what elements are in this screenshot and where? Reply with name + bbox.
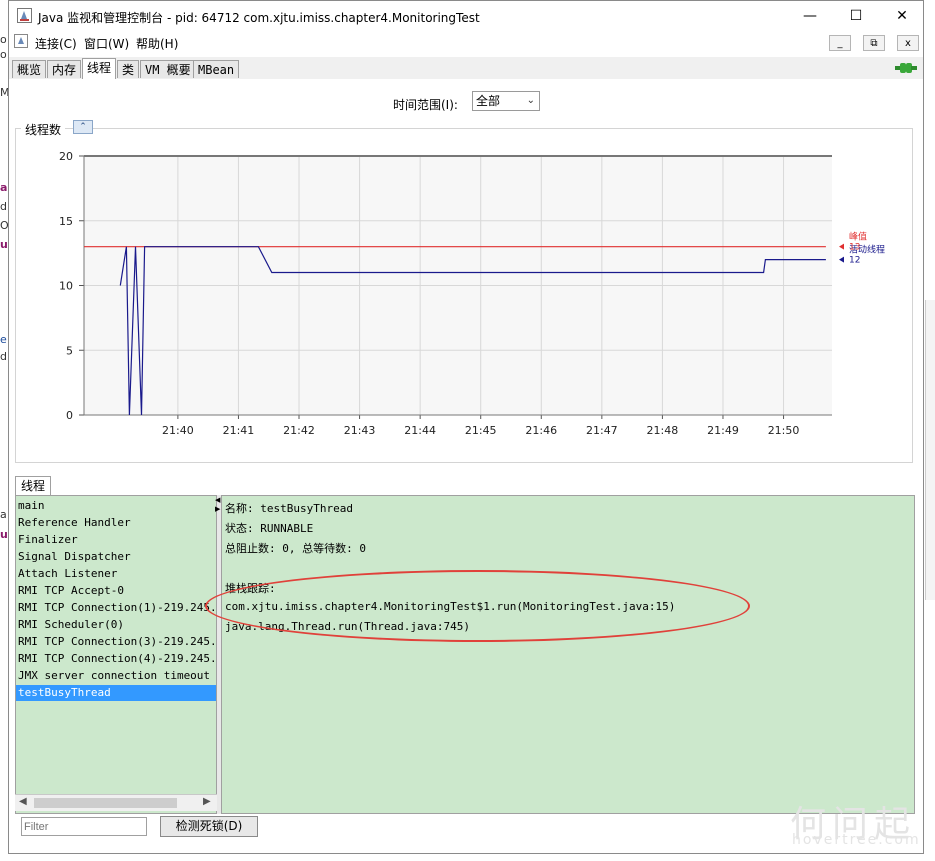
y-tick-label: 20 <box>59 150 73 163</box>
tab-vm-summary[interactable]: VM 概要 <box>140 60 196 78</box>
thread-totals-line: 总阻止数: 0, 总等待数: 0 <box>225 542 366 555</box>
x-tick-label: 21:44 <box>404 424 436 437</box>
thread-state-line: 状态: RUNNABLE <box>225 522 314 535</box>
thread-list-item[interactable]: testBusyThread <box>16 685 216 701</box>
thread-list-item[interactable]: RMI TCP Connection(1)-219.245.186 <box>18 600 216 616</box>
tab-threads[interactable]: 线程 <box>82 58 117 79</box>
thread-list-item[interactable]: RMI Scheduler(0) <box>18 617 124 633</box>
scroll-thumb[interactable] <box>34 798 177 808</box>
x-tick-label: 21:45 <box>465 424 497 437</box>
bg-fragment: o <box>0 33 7 46</box>
inner-minimize-button[interactable]: _ <box>829 35 851 51</box>
jconsole-window: Java 监视和管理控制台 - pid: 64712 com.xjtu.imis… <box>8 0 924 854</box>
tab-memory[interactable]: 内存 <box>47 60 82 78</box>
x-tick-label: 21:50 <box>768 424 800 437</box>
bg-fragment: d <box>0 350 7 363</box>
annotation-oval <box>205 570 750 642</box>
bg-fragment: e <box>0 333 7 346</box>
thread-list-item[interactable]: JMX server connection timeout 19 <box>18 668 216 684</box>
menu-bar: 连接(C) 窗口(W) 帮助(H) <box>9 31 923 53</box>
window-title: Java 监视和管理控制台 - pid: 64712 com.xjtu.imis… <box>38 11 480 25</box>
series-marker <box>839 243 844 250</box>
thread-list-hscrollbar[interactable]: ◀ ▶ <box>15 794 217 811</box>
x-tick-label: 21:41 <box>223 424 255 437</box>
detect-deadlock-button[interactable]: 检测死锁(D) <box>160 816 258 837</box>
bg-fragment: u <box>0 238 8 251</box>
y-tick-label: 0 <box>66 409 73 422</box>
tab-thread-list[interactable]: 线程 <box>15 476 52 496</box>
tab-classes[interactable]: 类 <box>117 60 140 78</box>
thread-count-chart: 21:40 21:41 21:42 21:43 21:44 21:45 21:46 21:47… <box>59 150 885 437</box>
split-left-icon[interactable]: ◀ <box>215 496 220 504</box>
threads-content: 时间范围(I): 全部 ⌄ 线程数 ⌃ 21:40 21:41 21:42 21:43… <box>9 79 923 853</box>
java-icon[interactable] <box>14 34 28 48</box>
bg-fragment: u <box>0 528 8 541</box>
thread-list-item[interactable]: RMI TCP Connection(3)-219.245.186 <box>18 634 216 650</box>
thread-list-item[interactable]: RMI TCP Connection(4)-219.245.186 <box>18 651 216 667</box>
x-tick-label: 21:43 <box>344 424 376 437</box>
thread-list-item[interactable]: RMI TCP Accept-0 <box>18 583 124 599</box>
thread-list-item[interactable]: Reference Handler <box>18 515 131 531</box>
menu-window[interactable]: 窗口(W) <box>84 35 129 52</box>
tab-overview[interactable]: 概览 <box>12 60 47 78</box>
watermark-url: hovertree.com <box>792 832 921 848</box>
series-last-value: 12 <box>849 256 860 266</box>
x-tick-label: 21:49 <box>707 424 739 437</box>
series-name: 峰值 <box>849 231 867 243</box>
bg-fragment: a <box>0 508 7 521</box>
x-tick-label: 21:42 <box>283 424 315 437</box>
menu-connect[interactable]: 连接(C) <box>35 35 77 52</box>
scroll-left-icon[interactable]: ◀ <box>19 796 27 807</box>
inner-close-button[interactable]: x <box>897 35 919 51</box>
thread-list-item[interactable]: Finalizer <box>18 532 78 548</box>
thread-list-item[interactable]: main <box>18 498 45 514</box>
bg-fragment: d <box>0 200 7 213</box>
connection-plug-icon <box>895 63 917 73</box>
menu-help[interactable]: 帮助(H) <box>136 35 178 52</box>
y-tick-label: 5 <box>66 344 73 357</box>
thread-details: 名称: testBusyThread 状态: RUNNABLE 总阻止数: 0,… <box>221 495 915 814</box>
y-tick-label: 10 <box>59 280 73 293</box>
inner-restore-button[interactable]: ⧉ <box>863 35 885 51</box>
java-icon <box>17 8 32 23</box>
tab-bar: 概览 内存 线程 类 VM 概要 MBean <box>9 57 923 80</box>
thread-name-line: 名称: testBusyThread <box>225 502 353 515</box>
bg-fragment: o <box>0 48 7 61</box>
thread-list-item[interactable]: Signal Dispatcher <box>18 549 131 565</box>
series-name: 活动线程 <box>849 244 885 256</box>
y-tick-label: 15 <box>59 215 73 228</box>
x-tick-label: 21:48 <box>647 424 679 437</box>
thread-list[interactable]: main Reference Handler Finalizer Signal Dis… <box>15 495 217 814</box>
x-tick-label: 21:47 <box>586 424 618 437</box>
minimize-button[interactable]: — <box>787 1 833 31</box>
bg-fragment: a <box>0 181 8 194</box>
tab-mbean[interactable]: MBean <box>193 60 240 78</box>
close-button[interactable]: ✕ <box>879 1 923 31</box>
background-right-edge <box>925 300 935 600</box>
series-marker <box>839 256 844 263</box>
maximize-button[interactable]: ☐ <box>833 1 879 31</box>
split-right-icon[interactable]: ▶ <box>215 505 220 513</box>
threads-panel: 线程 main Reference Handler Finalizer Signal … <box>13 476 917 840</box>
x-tick-label: 21:40 <box>162 424 194 437</box>
scroll-right-icon[interactable]: ▶ <box>203 796 211 807</box>
filter-input[interactable] <box>21 817 147 836</box>
x-tick-label: 21:46 <box>525 424 557 437</box>
thread-list-item[interactable]: Attach Listener <box>18 566 117 582</box>
title-bar[interactable]: Java 监视和管理控制台 - pid: 64712 com.xjtu.imis… <box>9 1 923 31</box>
